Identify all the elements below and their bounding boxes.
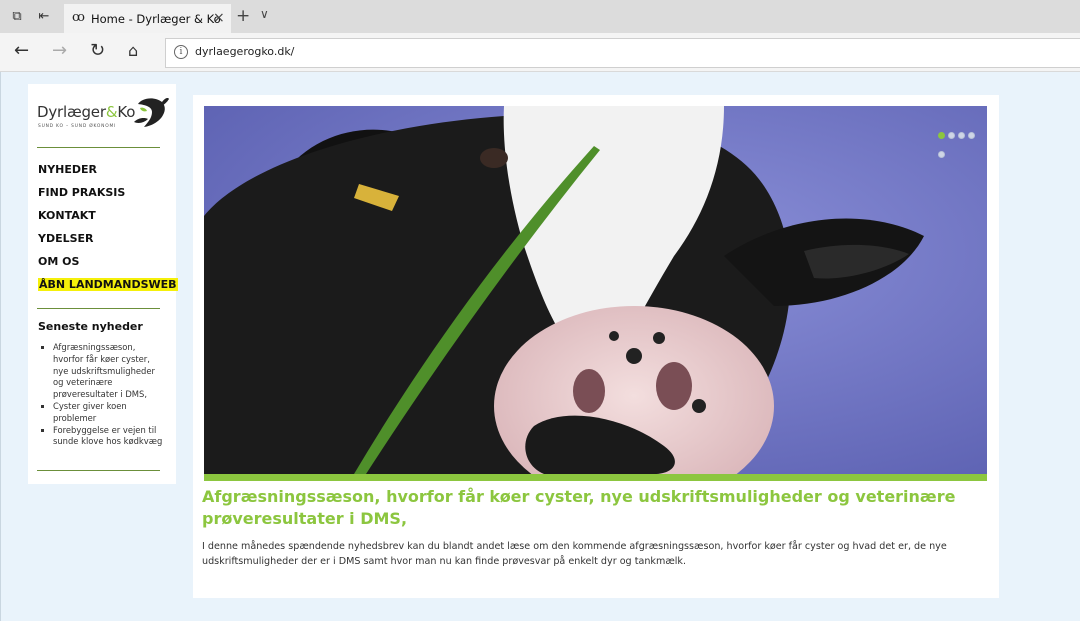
hero-image[interactable] [204,106,987,474]
divider [37,470,160,471]
browser-nav-bar: ← → ↻ ⌂ i dyrlaegerogko.dk/ [0,33,1080,72]
new-tab-icon[interactable]: + [236,6,250,26]
menu-item-landmandsweb[interactable]: ÅBN LANDMANDSWEB [38,278,178,301]
tab-title: Home - Dyrlæger & Ko [91,12,221,26]
slider-dots [938,124,987,162]
slider-dot[interactable] [948,132,955,139]
close-icon[interactable]: × [213,10,225,26]
divider [37,147,160,148]
slider-dot[interactable] [958,132,965,139]
menu-item-om-os[interactable]: OM OS [38,255,178,278]
slider-dot[interactable] [938,132,945,139]
slider-dot[interactable] [938,151,945,158]
tab-menu-chevron-icon[interactable]: ∨ [260,7,269,21]
info-icon[interactable]: i [174,45,188,59]
cow-logo-icon [134,98,169,127]
news-link[interactable]: Cyster giver koen problemer [38,401,166,425]
menu-item-find-praksis[interactable]: FIND PRAKSIS [38,186,178,209]
forward-arrow-icon[interactable]: → [52,41,67,61]
refresh-icon[interactable]: ↻ [90,41,105,61]
set-aside-tabs-icon[interactable]: ⇤ [36,9,52,25]
main-menu: NYHEDER FIND PRAKSIS KONTAKT YDELSER OM … [38,163,178,301]
hero-accent-bar [204,474,987,481]
tab-actions-icon[interactable]: ⧉ [9,9,25,25]
main-content: Afgræsningssæson, hvorfor får køer cyste… [193,95,999,598]
news-link[interactable]: Afgræsningssæson, hvorfor får køer cyste… [38,342,166,401]
menu-item-nyheder[interactable]: NYHEDER [38,163,178,186]
news-heading: Seneste nyheder [38,320,143,333]
logo-tagline: SUND KO – SUND ØKONOMI [38,124,117,129]
logo-wordmark: Dyrlæger&Ko [37,103,136,121]
address-url[interactable]: dyrlaegerogko.dk/ [195,45,294,58]
cow-photo [204,106,987,474]
news-list: Afgræsningssæson, hvorfor får køer cyste… [38,342,166,448]
news-link[interactable]: Forebyggelse er vejen til sunde klove ho… [38,425,166,449]
article-headline[interactable]: Afgræsningssæson, hvorfor får køer cyste… [202,486,992,530]
address-bar[interactable]: i dyrlaegerogko.dk/ [165,38,1080,68]
cow-logo-icon: ꝏ [72,10,85,25]
back-arrow-icon[interactable]: ← [14,41,29,61]
sidebar: Dyrlæger&Ko SUND KO – SUND ØKONOMI NYHED… [28,84,178,484]
page-canvas: Dyrlæger&Ko SUND KO – SUND ØKONOMI NYHED… [0,72,1080,621]
slider-dot[interactable] [968,132,975,139]
menu-item-ydelser[interactable]: YDELSER [38,232,178,255]
divider [37,308,160,309]
home-icon[interactable]: ⌂ [128,41,138,61]
browser-tab-bar: ⧉ ⇤ ꝏ Home - Dyrlæger & Ko × + ∨ [0,0,1080,33]
browser-tab[interactable]: ꝏ Home - Dyrlæger & Ko × [64,4,231,33]
menu-item-kontakt[interactable]: KONTAKT [38,209,178,232]
site-logo[interactable]: Dyrlæger&Ko SUND KO – SUND ØKONOMI [37,96,169,140]
article-lead: I denne månedes spændende nyhedsbrev kan… [202,541,947,567]
